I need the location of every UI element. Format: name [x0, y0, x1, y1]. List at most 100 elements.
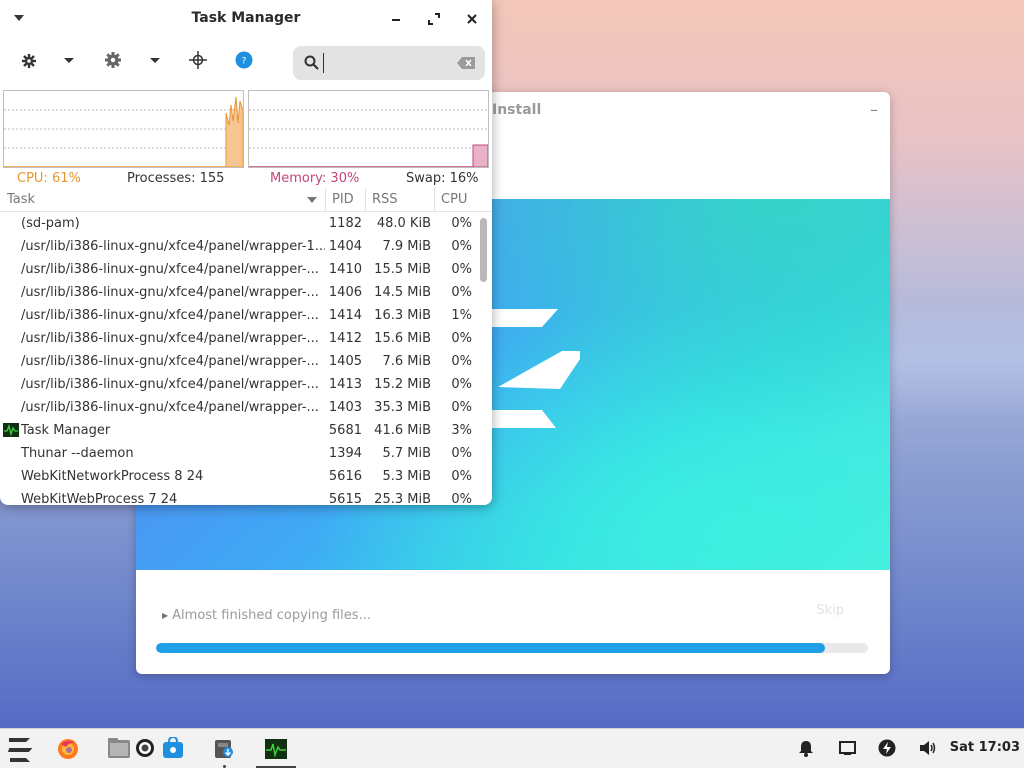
cell-rss: 15.5 MiB: [374, 262, 431, 277]
help-icon[interactable]: ?: [235, 51, 253, 69]
minimize-icon[interactable]: [388, 11, 404, 27]
volume-icon[interactable]: [919, 740, 937, 756]
toolbar: ?: [0, 38, 492, 88]
gears-icon[interactable]: [20, 52, 38, 70]
cell-pid: 5616: [328, 469, 362, 484]
cell-pid: 1405: [328, 354, 362, 369]
cell-cpu: 0%: [451, 216, 472, 231]
table-row[interactable]: Task Manager 5681 41.6 MiB 3%: [0, 419, 492, 442]
install-progress-bar: [156, 643, 868, 653]
table-row[interactable]: (sd-pam) 1182 48.0 KiB 0%: [0, 212, 492, 235]
clock[interactable]: Sat 17:03: [950, 740, 1020, 755]
firefox-icon[interactable]: [57, 738, 79, 760]
table-row[interactable]: Thunar --daemon 1394 5.7 MiB 0%: [0, 442, 492, 465]
cell-cpu: 0%: [451, 239, 472, 254]
window-title: Task Manager: [191, 10, 301, 26]
taskbar: Sat 17:03: [0, 728, 1024, 768]
cell-pid: 1404: [328, 239, 362, 254]
scrollbar[interactable]: [480, 218, 487, 282]
search-input[interactable]: [323, 53, 453, 73]
task-manager-icon[interactable]: [265, 739, 287, 759]
cell-rss: 5.3 MiB: [382, 469, 431, 484]
cell-pid: 1410: [328, 262, 362, 277]
titlebar: Task Manager: [0, 0, 492, 38]
column-task-label: Task: [7, 192, 36, 207]
cell-pid: 1412: [328, 331, 362, 346]
skip-button[interactable]: Skip: [816, 603, 844, 618]
chevron-down-icon[interactable]: [148, 56, 162, 66]
cell-pid: 1406: [328, 285, 362, 300]
table-row[interactable]: WebKitNetworkProcess 8 24 5616 5.3 MiB 0%: [0, 465, 492, 488]
installer-icon[interactable]: [213, 737, 235, 759]
power-icon[interactable]: [878, 739, 896, 757]
cell-task: /usr/lib/i386-linux-gnu/xfce4/panel/wrap…: [21, 239, 325, 254]
table-row[interactable]: /usr/lib/i386-linux-gnu/xfce4/panel/wrap…: [0, 304, 492, 327]
install-status: ▶ Almost finished copying files...: [162, 608, 371, 623]
cell-rss: 7.6 MiB: [382, 354, 431, 369]
cell-task: WebKitWebProcess 7 24: [21, 492, 178, 505]
notifications-icon[interactable]: [798, 740, 814, 757]
column-pid[interactable]: PID: [326, 188, 366, 212]
files-icon[interactable]: [108, 738, 130, 758]
table-row[interactable]: /usr/lib/i386-linux-gnu/xfce4/panel/wrap…: [0, 373, 492, 396]
cell-task: WebKitNetworkProcess 8 24: [21, 469, 204, 484]
cell-task: /usr/lib/i386-linux-gnu/xfce4/panel/wrap…: [21, 354, 319, 369]
maximize-icon[interactable]: [426, 11, 442, 27]
search-box: [293, 46, 485, 80]
zorin-menu-icon[interactable]: [6, 738, 34, 762]
chevron-down-icon[interactable]: [62, 56, 76, 66]
table-row[interactable]: /usr/lib/i386-linux-gnu/xfce4/panel/wrap…: [0, 235, 492, 258]
expand-arrow-icon[interactable]: ▶: [162, 611, 168, 620]
display-icon[interactable]: [839, 741, 856, 756]
settings-icon[interactable]: [104, 51, 122, 69]
memory-graph: [248, 90, 489, 168]
cell-cpu: 0%: [451, 262, 472, 277]
cell-task: /usr/lib/i386-linux-gnu/xfce4/panel/wrap…: [21, 308, 319, 323]
cell-cpu: 1%: [451, 308, 472, 323]
cpu-graph: [3, 90, 244, 168]
cell-cpu: 0%: [451, 285, 472, 300]
column-rss[interactable]: RSS: [366, 188, 435, 212]
table-row[interactable]: /usr/lib/i386-linux-gnu/xfce4/panel/wrap…: [0, 281, 492, 304]
cell-task: Thunar --daemon: [21, 446, 134, 461]
minimize-icon[interactable]: –: [870, 100, 878, 119]
cell-cpu: 0%: [451, 377, 472, 392]
cell-task: /usr/lib/i386-linux-gnu/xfce4/panel/wrap…: [21, 331, 319, 346]
column-task[interactable]: Task: [0, 188, 326, 212]
software-store-icon[interactable]: [162, 737, 184, 759]
svg-text:?: ?: [242, 57, 247, 67]
table-row[interactable]: /usr/lib/i386-linux-gnu/xfce4/panel/wrap…: [0, 258, 492, 281]
cell-pid: 1414: [328, 308, 362, 323]
cell-rss: 41.6 MiB: [374, 423, 431, 438]
cell-rss: 5.7 MiB: [382, 446, 431, 461]
web-browser-icon[interactable]: [135, 738, 155, 758]
cell-pid: 5615: [328, 492, 362, 505]
stats-bar: CPU: 61% Processes: 155 Memory: 30% Swap…: [0, 168, 492, 188]
clear-icon[interactable]: [457, 57, 475, 69]
cell-cpu: 0%: [451, 446, 472, 461]
table-row[interactable]: /usr/lib/i386-linux-gnu/xfce4/panel/wrap…: [0, 396, 492, 419]
memory-usage: Memory: 30%: [270, 171, 360, 186]
table-row[interactable]: /usr/lib/i386-linux-gnu/xfce4/panel/wrap…: [0, 350, 492, 373]
cell-pid: 1413: [328, 377, 362, 392]
install-progress-fill: [156, 643, 826, 653]
cell-rss: 35.3 MiB: [374, 400, 431, 415]
memory-graph-plot: [249, 109, 489, 168]
close-icon[interactable]: [464, 11, 480, 27]
column-cpu[interactable]: CPU: [435, 188, 479, 212]
table-row[interactable]: /usr/lib/i386-linux-gnu/xfce4/panel/wrap…: [0, 327, 492, 350]
cell-pid: 1394: [328, 446, 362, 461]
cell-task: /usr/lib/i386-linux-gnu/xfce4/panel/wrap…: [21, 400, 319, 415]
cell-cpu: 0%: [451, 469, 472, 484]
cell-rss: 15.6 MiB: [374, 331, 431, 346]
task-manager-icon: [3, 423, 19, 437]
cell-task: /usr/lib/i386-linux-gnu/xfce4/panel/wrap…: [21, 285, 319, 300]
process-list: (sd-pam) 1182 48.0 KiB 0% /usr/lib/i386-linu…: [0, 212, 492, 505]
cell-rss: 14.5 MiB: [374, 285, 431, 300]
cell-pid: 1182: [328, 216, 362, 231]
crosshair-icon[interactable]: [189, 51, 207, 69]
table-row[interactable]: WebKitWebProcess 7 24 5615 25.3 MiB 0%: [0, 488, 492, 505]
cpu-usage: CPU: 61%: [17, 171, 81, 186]
column-cpu-label: CPU: [441, 192, 468, 207]
cell-cpu: 0%: [451, 492, 472, 505]
